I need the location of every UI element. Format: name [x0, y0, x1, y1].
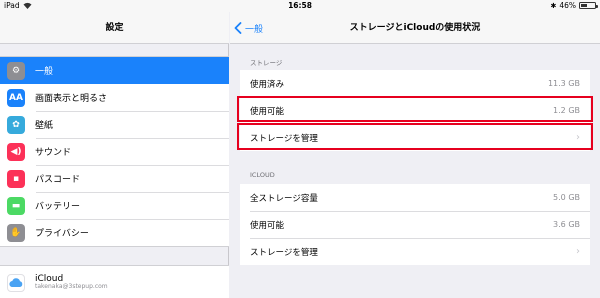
sidebar-item-privacy-hand[interactable]: ✋ プライバシー [0, 219, 229, 246]
sidebar-title: 設定 [0, 12, 229, 44]
sidebar-item-label: 壁紙 [35, 121, 54, 131]
icloud-row[interactable]: ストレージを管理 › [240, 238, 590, 265]
highlight-available-storage [237, 96, 593, 122]
status-right: ✱ 46% [550, 1, 598, 10]
sidebar-item-icloud[interactable]: iCloud takenaka@3stepup.com [0, 266, 229, 298]
sidebar-item-label: パスコード [35, 175, 81, 185]
chevron-right-icon: › [576, 246, 580, 257]
sidebar-item-sound[interactable]: ◀) サウンド [0, 138, 229, 165]
icloud-group: 全ストレージ容量 5.0 GB 使用可能 3.6 GB ストレージを管理 › [240, 184, 590, 265]
row-value: 3.6 GB [553, 220, 580, 229]
icloud-row: 全ストレージ容量 5.0 GB [240, 184, 590, 211]
wallpaper-icon: ✿ [7, 115, 25, 134]
battery-icon [579, 2, 598, 9]
battery-percentage: 46% [559, 1, 576, 10]
row-label: ストレージを管理 [250, 247, 318, 258]
sidebar-item-label: 一般 [35, 67, 54, 77]
icloud-section: iCloud takenaka@3stepup.com [0, 265, 229, 298]
sound-icon: ◀) [7, 142, 25, 161]
highlight-manage-storage [237, 123, 593, 150]
row-label: 使用可能 [250, 220, 285, 231]
sidebar-item-label: バッテリー [35, 202, 81, 212]
row-label: 使用済み [250, 79, 285, 90]
sidebar-item-wallpaper[interactable]: ✿ 壁紙 [0, 111, 229, 138]
row-value: 5.0 GB [553, 193, 580, 202]
sidebar-item-battery[interactable]: ▬ バッテリー [0, 192, 229, 219]
storage-row: 使用済み 11.3 GB [240, 70, 590, 97]
detail-navbar: 一般 ストレージとiCloudの使用状況 [230, 12, 600, 44]
sidebar-item-gear[interactable]: ⚙ 一般 [0, 57, 229, 84]
sidebar-item-passcode[interactable]: ▪ パスコード [0, 165, 229, 192]
detail-pane: 一般 ストレージとiCloudの使用状況 ストレージ 使用済み 11.3 GB 使用… [230, 12, 600, 298]
settings-menu: ⚙ 一般 AA 画面表示と明るさ ✿ 壁紙 ◀) サウンド ▪ パスコード ▬ バッテリー ✋ プライバシ… [0, 56, 229, 247]
gear-icon: ⚙ [7, 61, 25, 80]
storage-section-header: ストレージ [250, 59, 283, 67]
sidebar-item-label: プライバシー [35, 229, 89, 239]
icloud-text: iCloud takenaka@3stepup.com [35, 274, 108, 291]
sidebar-item-display[interactable]: AA 画面表示と明るさ [0, 84, 229, 111]
settings-sidebar: 設定 ⚙ 一般 AA 画面表示と明るさ ✿ 壁紙 ◀) サウンド ▪ パスコード ▬ バッテリー ✋ プラ… [0, 12, 229, 298]
status-time: 16:58 [288, 1, 312, 10]
battery-fill [581, 4, 587, 7]
sidebar-item-label: 画面表示と明るさ [35, 94, 108, 104]
battery-icon: ▬ [7, 196, 25, 215]
row-label: 全ストレージ容量 [250, 193, 318, 204]
icloud-account: takenaka@3stepup.com [35, 283, 108, 291]
bluetooth-icon: ✱ [550, 1, 557, 10]
status-bar: iPad 16:58 ✱ 46% [0, 0, 600, 12]
icloud-icon [7, 273, 25, 292]
row-value: 11.3 GB [547, 79, 580, 88]
icloud-section-header: ICLOUD [250, 171, 275, 179]
page-title: ストレージとiCloudの使用状況 [349, 23, 481, 33]
icloud-row: 使用可能 3.6 GB [240, 211, 590, 238]
sidebar-item-label: サウンド [35, 148, 72, 158]
passcode-icon: ▪ [7, 169, 25, 188]
privacy-hand-icon: ✋ [7, 223, 25, 242]
display-icon: AA [7, 88, 25, 107]
